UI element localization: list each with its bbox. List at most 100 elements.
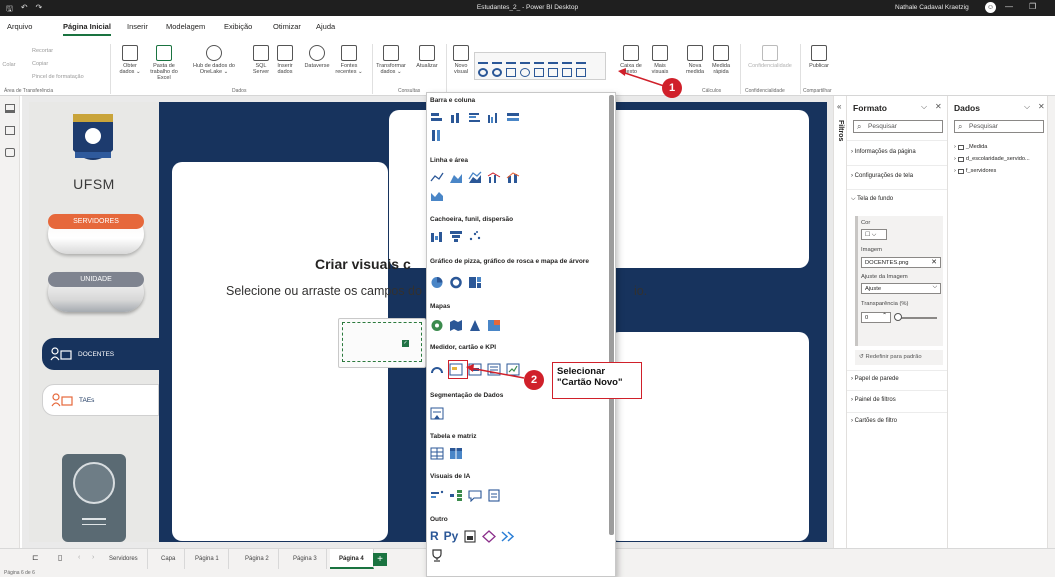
- empty-visual-placeholder[interactable]: ✓: [338, 318, 426, 368]
- table-escolaridade[interactable]: › d_escolaridade_servido...: [954, 156, 1030, 162]
- page-tab-pagina1[interactable]: Página 1: [186, 549, 229, 569]
- area-icon[interactable]: [548, 55, 558, 64]
- data-search-input[interactable]: ⌕ Pesquisar: [954, 120, 1044, 133]
- line-icon[interactable]: [534, 55, 544, 64]
- tab-ajuda[interactable]: Ajuda: [316, 22, 335, 31]
- map-icon[interactable]: [520, 68, 530, 77]
- stacked-bar-icon[interactable]: [492, 55, 502, 64]
- qa-visual-icon[interactable]: [468, 489, 482, 502]
- filled-map-icon[interactable]: [449, 319, 463, 332]
- stacked-column-chart-icon[interactable]: [449, 111, 463, 124]
- sensitivity-button[interactable]: Confidencialidade: [742, 45, 798, 69]
- percent-column-chart-icon[interactable]: [430, 129, 444, 142]
- ribbon-chart-icon[interactable]: [562, 55, 572, 64]
- multi-row-card-icon[interactable]: [487, 363, 501, 376]
- percent-bar-chart-icon[interactable]: [506, 111, 520, 124]
- line-clustered-column-icon[interactable]: [487, 171, 501, 184]
- section-wallpaper[interactable]: › Papel de parede: [851, 376, 899, 382]
- stacked-area-chart-icon[interactable]: [468, 171, 482, 184]
- prev-page-icon[interactable]: ‹: [78, 554, 80, 561]
- table-view-icon[interactable]: [5, 126, 15, 135]
- sql-button[interactable]: SQL Server: [252, 45, 270, 75]
- page-tab-pagina2[interactable]: Página 2: [236, 549, 279, 569]
- color-picker[interactable]: ☐ ⌵: [861, 229, 887, 240]
- dataverse-button[interactable]: Dataverse: [300, 45, 334, 69]
- pie-icon[interactable]: [478, 68, 488, 77]
- gauge-icon[interactable]: [430, 363, 444, 376]
- cut-button[interactable]: Recortar: [32, 48, 53, 54]
- tab-otimizar[interactable]: Otimizar: [273, 22, 301, 31]
- paste-button[interactable]: Colar: [2, 62, 16, 68]
- table-visual-icon[interactable]: [430, 447, 444, 460]
- donut-chart-icon[interactable]: [449, 276, 463, 289]
- section-canvas-settings[interactable]: › Configurações de tela: [851, 173, 913, 179]
- section-filter-pane[interactable]: › Painel de filtros: [851, 397, 896, 403]
- page-tab-pagina4[interactable]: Página 4: [330, 549, 374, 569]
- power-apps-icon[interactable]: [482, 529, 497, 543]
- minimize-button[interactable]: —: [1005, 2, 1013, 11]
- format-search-input[interactable]: ⌕ Pesquisar: [853, 120, 943, 133]
- column-icon[interactable]: [506, 55, 516, 64]
- ribbon-chart-icon[interactable]: [430, 189, 444, 202]
- arcgis-map-icon[interactable]: [487, 319, 501, 332]
- map-icon[interactable]: [430, 319, 444, 332]
- python-script-icon[interactable]: Py: [444, 529, 459, 543]
- close-icon[interactable]: ✕: [1038, 102, 1045, 111]
- next-page-icon[interactable]: ›: [92, 554, 94, 561]
- clear-image-icon[interactable]: ✕: [931, 258, 937, 266]
- slider-thumb[interactable]: [894, 313, 902, 321]
- unidade-button[interactable]: UNIDADE: [48, 272, 144, 312]
- dropdown-scrollbar[interactable]: [609, 95, 614, 535]
- tab-pagina-inicial[interactable]: Página Inicial: [63, 22, 111, 36]
- filters-label[interactable]: Filtros: [837, 120, 844, 141]
- treemap-icon[interactable]: [506, 68, 516, 77]
- add-page-button[interactable]: +: [373, 553, 387, 566]
- restore-button[interactable]: ❐: [1029, 2, 1036, 11]
- slicer-icon[interactable]: [430, 407, 444, 420]
- collapse-chevron-icon[interactable]: ⌵: [921, 102, 927, 112]
- section-page-info[interactable]: › Informações da página: [851, 149, 916, 155]
- tab-modelagem[interactable]: Modelagem: [166, 22, 205, 31]
- clustered-column-chart-icon[interactable]: [487, 111, 501, 124]
- expand-filters-icon[interactable]: «: [837, 102, 841, 111]
- copy-button[interactable]: Copiar: [32, 61, 48, 67]
- gauge-icon[interactable]: [534, 68, 544, 77]
- card-icon[interactable]: [468, 363, 482, 376]
- column-icon-2[interactable]: [520, 55, 530, 64]
- table-servidores[interactable]: › f_servidores: [954, 168, 996, 174]
- section-canvas-background[interactable]: ⌵ Tela de fundo: [851, 196, 893, 203]
- donut-icon[interactable]: [492, 68, 502, 77]
- more-visuals-button[interactable]: Mais visuais: [646, 45, 674, 75]
- clustered-bar-chart-icon[interactable]: [468, 111, 482, 124]
- area-chart-icon[interactable]: [449, 171, 463, 184]
- recent-sources-button[interactable]: Fontes recentes ⌄: [334, 45, 364, 75]
- card-icon[interactable]: [548, 68, 558, 77]
- page-nav-icon[interactable]: ⊏: [32, 553, 39, 562]
- section-filter-cards[interactable]: › Cartões de filtro: [851, 418, 897, 424]
- page-tab-pagina3[interactable]: Página 3: [284, 549, 327, 569]
- user-avatar-icon[interactable]: ☺: [985, 2, 996, 13]
- image-fit-dropdown[interactable]: Ajuste ⌵: [861, 283, 941, 294]
- transparency-stepper[interactable]: 0 ⌃: [861, 312, 891, 323]
- page-tab-servidores[interactable]: Servidores: [100, 549, 148, 569]
- enter-data-button[interactable]: Inserir dados: [274, 45, 296, 75]
- key-influencers-icon[interactable]: [430, 489, 444, 502]
- model-view-icon[interactable]: [5, 148, 15, 157]
- scatter-chart-icon[interactable]: [468, 230, 482, 243]
- transform-data-button[interactable]: Transformar dados ⌄: [374, 45, 408, 75]
- treemap-icon[interactable]: [468, 276, 482, 289]
- onelake-button[interactable]: Hub de dados do OneLake ⌄: [184, 45, 244, 75]
- funnel-chart-icon[interactable]: [449, 230, 463, 243]
- power-automate-icon[interactable]: [501, 530, 515, 543]
- table-measures[interactable]: › _Medida: [954, 144, 987, 150]
- refresh-button[interactable]: Atualizar: [412, 45, 442, 69]
- report-view-icon[interactable]: [5, 104, 15, 113]
- close-icon[interactable]: ✕: [935, 102, 942, 111]
- image-file-field[interactable]: DOCENTES.png ✕: [861, 257, 941, 268]
- new-measure-button[interactable]: Nova medida: [681, 45, 709, 75]
- goals-trophy-icon[interactable]: [430, 549, 444, 562]
- publish-button[interactable]: Publicar: [804, 45, 834, 69]
- line-stacked-column-icon[interactable]: [506, 171, 520, 184]
- reset-default-button[interactable]: ↺ Redefinir para padrão: [855, 350, 943, 365]
- quick-measure-button[interactable]: Medida rápida: [707, 45, 735, 75]
